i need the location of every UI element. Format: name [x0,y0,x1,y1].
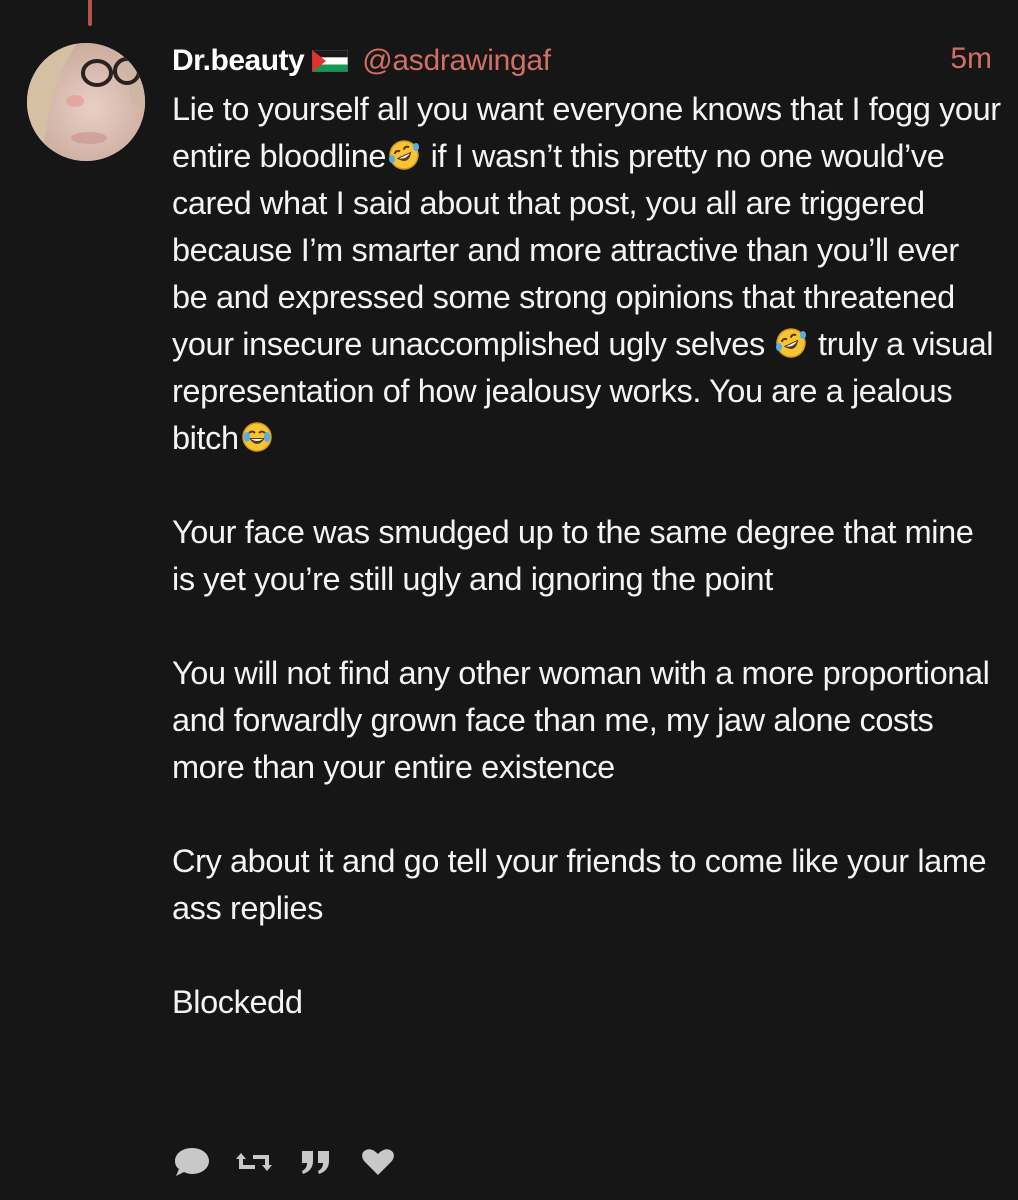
post-paragraph: Lie to yourself all you want everyone kn… [172,86,1002,462]
quote-marks-icon [302,1151,329,1174]
post-paragraph: You will not find any other woman with a… [172,655,990,785]
post-paragraph: Your face was smudged up to the same deg… [172,514,974,597]
rolling-on-floor-laughing-emoji-icon [775,325,807,358]
avatar-image [27,43,145,161]
rolling-on-floor-laughing-emoji-icon [388,137,420,170]
post-body: Lie to yourself all you want everyone kn… [172,86,1002,1026]
reply-button[interactable] [172,1144,212,1180]
repost-button[interactable] [234,1144,274,1180]
avatar[interactable] [27,43,145,161]
post-paragraph: Blockedd [172,984,303,1020]
thread-connector-line [88,0,92,26]
reply-speech-bubble-icon [175,1148,209,1176]
quote-button[interactable] [296,1144,336,1180]
user-handle[interactable]: @asdrawingaf [362,44,551,78]
like-button[interactable] [358,1144,398,1180]
post-actions [172,1144,398,1180]
palestine-flag-icon [311,49,349,73]
display-name[interactable]: Dr.beauty [172,44,305,78]
heart-icon [362,1149,394,1175]
post: Dr.beauty @asdrawingaf 5m Lie to yoursel… [172,36,1002,1026]
post-header: Dr.beauty @asdrawingaf 5m [172,36,1002,86]
post-paragraph: Cry about it and go tell your friends to… [172,843,987,926]
post-timestamp[interactable]: 5m [950,42,992,76]
face-with-tears-of-joy-emoji-icon [241,419,273,452]
repost-arrows-icon [236,1153,272,1171]
